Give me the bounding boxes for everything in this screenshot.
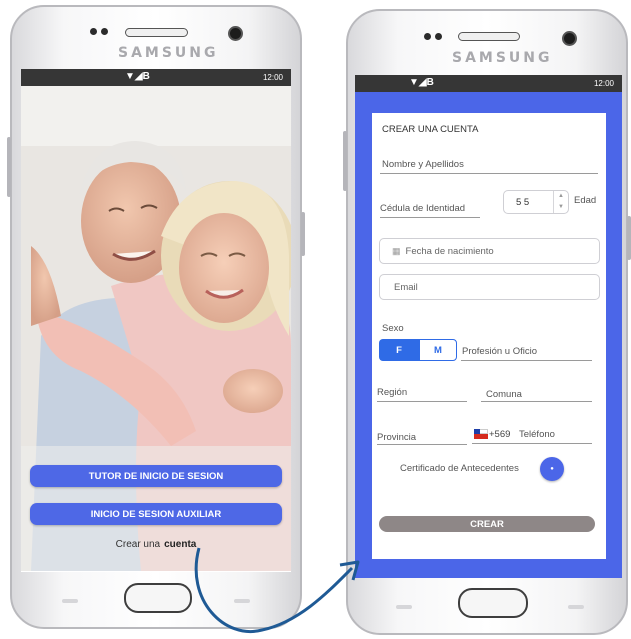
flow-arrow: [194, 547, 360, 633]
flow-arrow-curve: [194, 547, 354, 633]
